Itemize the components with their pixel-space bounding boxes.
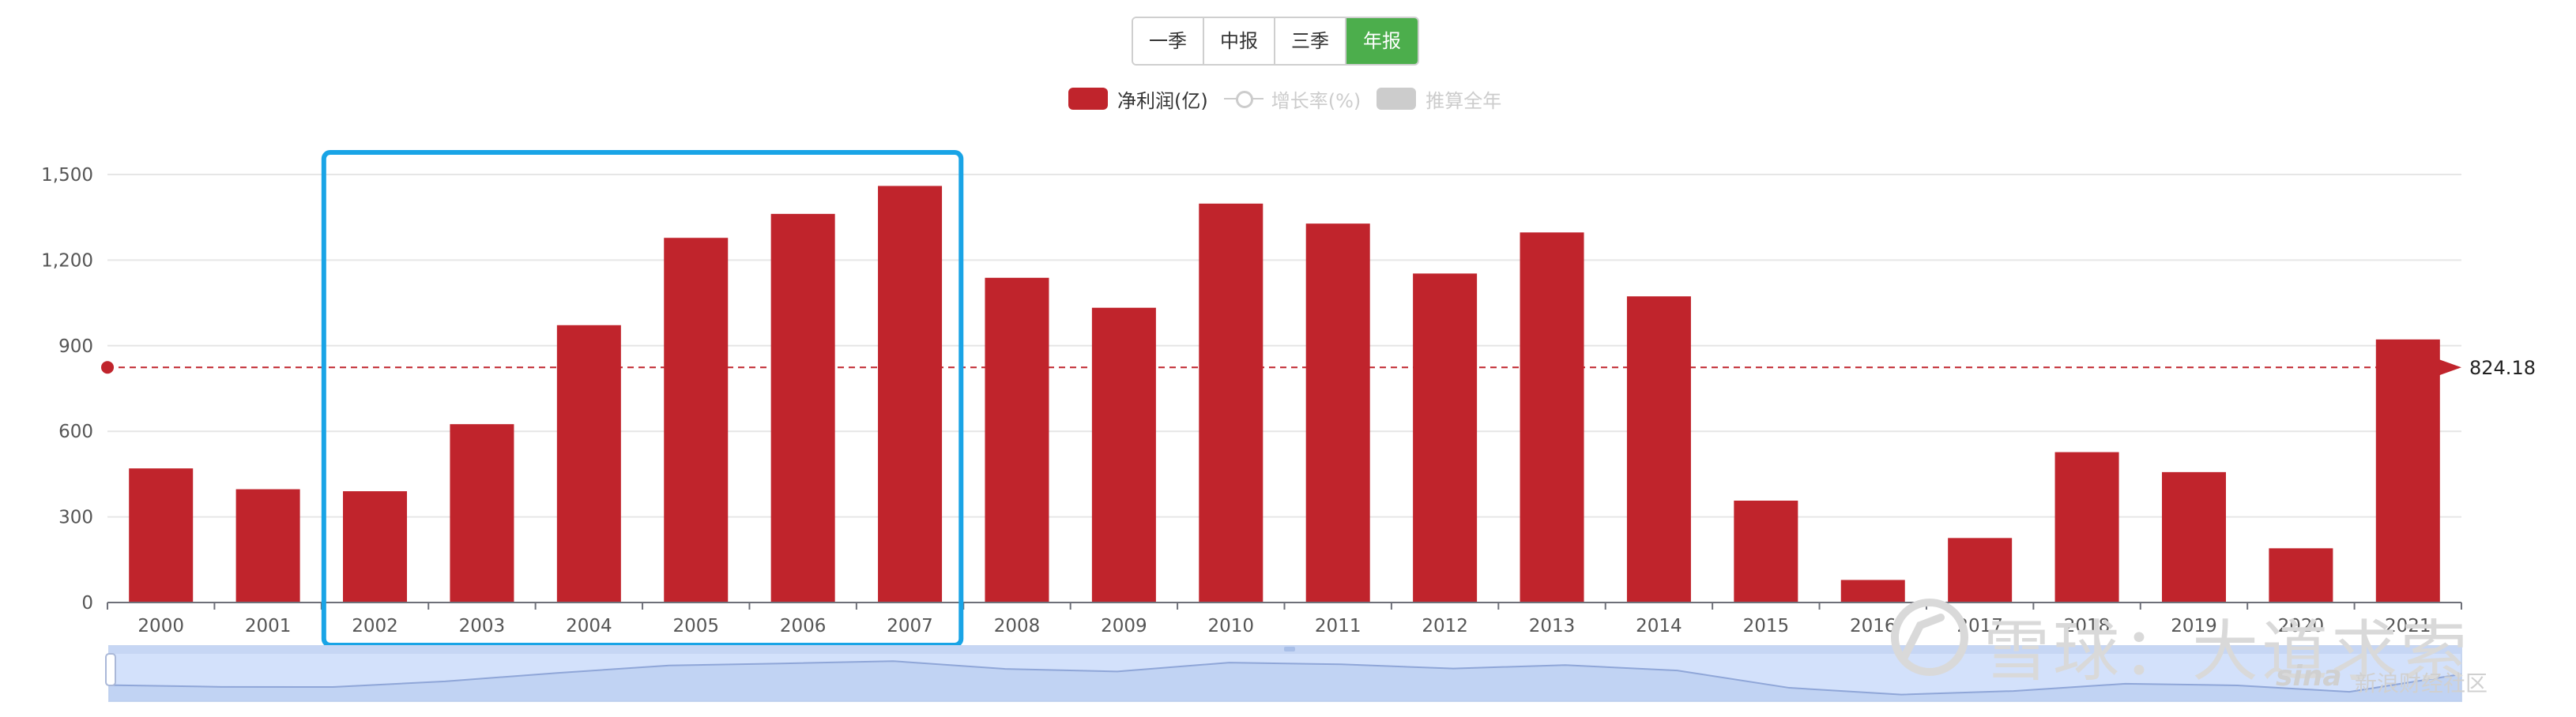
x-tick-label: 2005 (672, 616, 719, 636)
x-tick-label: 2006 (780, 616, 827, 636)
bars (129, 186, 2440, 603)
sina-watermark-text: 新浪财经社区 (2355, 670, 2488, 696)
bar-2007[interactable] (878, 186, 943, 603)
y-tick-label: 1,200 (41, 250, 93, 271)
xueqiu-logo-icon (1891, 599, 1968, 676)
highlight-rectangle (321, 150, 964, 648)
watermark-sina: sina 新浪财经社区 (2276, 660, 2529, 700)
zoom-slider-left-handle[interactable] (105, 653, 116, 686)
x-tick-label: 2011 (1315, 616, 1361, 636)
bar-2010[interactable] (1199, 203, 1264, 603)
x-tick-label: 2000 (137, 616, 184, 636)
highlight-box (321, 150, 964, 648)
sina-logo-icon: sina (2276, 660, 2342, 693)
x-tick-label: 2004 (566, 616, 612, 636)
average-line-label: 824.18 (2469, 357, 2536, 379)
x-tick-label: 2007 (887, 616, 933, 636)
y-tick-label: 0 (81, 593, 93, 614)
bar-2018[interactable] (2054, 452, 2119, 603)
x-tick-label: 2013 (1529, 616, 1576, 636)
zoom-slider-grip-icon[interactable] (1284, 647, 1295, 651)
x-tick-label: 2008 (994, 616, 1041, 636)
bar-2014[interactable] (1626, 296, 1691, 603)
bar-2012[interactable] (1413, 273, 1478, 603)
bar-2000[interactable] (129, 468, 194, 603)
bar-2003[interactable] (450, 424, 514, 603)
x-tick-label: 2001 (245, 616, 292, 636)
bar-2001[interactable] (235, 489, 300, 603)
bar-2013[interactable] (1520, 232, 1584, 603)
bar-2021[interactable] (2375, 339, 2440, 603)
x-tick-label: 2010 (1208, 616, 1255, 636)
bar-2009[interactable] (1091, 307, 1156, 603)
x-tick-label: 2002 (352, 616, 398, 636)
x-tick-label: 2012 (1422, 616, 1468, 636)
bar-2019[interactable] (2161, 471, 2226, 603)
x-tick-label: 2015 (1743, 616, 1790, 636)
y-tick-label: 600 (58, 422, 93, 442)
bar-2002[interactable] (343, 491, 408, 603)
bar-2011[interactable] (1305, 223, 1370, 603)
bar-2017[interactable] (1948, 538, 2013, 603)
bar-2005[interactable] (664, 238, 729, 603)
x-tick-label: 2014 (1636, 616, 1682, 636)
y-tick-label: 1,500 (41, 165, 93, 186)
x-tick-label: 2009 (1101, 616, 1147, 636)
bar-2015[interactable] (1734, 501, 1798, 603)
bar-2006[interactable] (770, 213, 835, 603)
x-tick-label: 2003 (459, 616, 506, 636)
y-tick-label: 900 (58, 336, 93, 357)
bar-2008[interactable] (985, 277, 1049, 603)
average-line-arrow-icon (2439, 359, 2461, 376)
y-tick-label: 300 (58, 508, 93, 528)
